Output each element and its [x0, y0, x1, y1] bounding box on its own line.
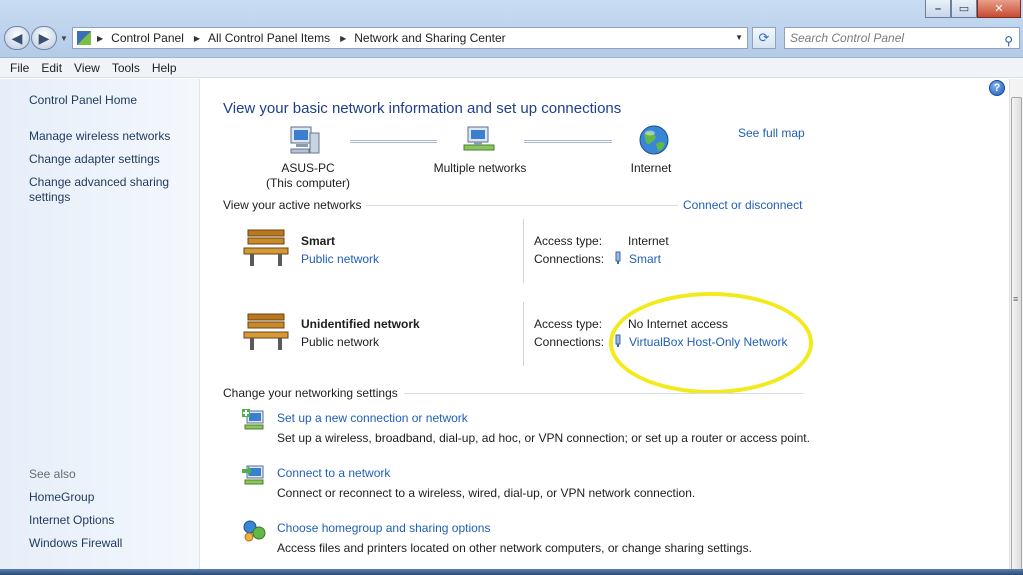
page-title: View your basic network information and … — [223, 100, 622, 117]
computer-subtitle: (This computer) — [265, 176, 351, 190]
menu-view[interactable]: View — [68, 61, 106, 75]
internet-options-link[interactable]: Internet Options — [29, 513, 189, 528]
network-name: Unidentified network — [301, 317, 420, 331]
forward-button[interactable]: ▶ — [31, 26, 57, 50]
breadcrumb-control-panel[interactable]: Control Panel — [111, 31, 184, 45]
back-button[interactable]: ◀ — [4, 26, 30, 50]
scrollbar-thumb[interactable] — [1011, 97, 1022, 575]
connect-network-icon — [242, 465, 264, 485]
title-bar: – ▭ ✕ ◀ ▶ ▼ ▶ Control Panel ▶ All Contro… — [0, 0, 1023, 58]
map-connector-line — [524, 140, 612, 143]
windows-firewall-link[interactable]: Windows Firewall — [29, 536, 189, 551]
network-type-link[interactable]: Public network — [301, 252, 379, 267]
connections-label: Connections: — [534, 335, 605, 349]
connect-or-disconnect-link[interactable]: Connect or disconnect — [683, 198, 802, 213]
highlight-annotation — [609, 292, 813, 394]
section-divider — [366, 205, 678, 206]
breadcrumb-all-items[interactable]: All Control Panel Items — [208, 31, 330, 45]
menu-help[interactable]: Help — [146, 61, 183, 75]
close-button[interactable]: ✕ — [977, 0, 1021, 18]
control-panel-home-link[interactable]: Control Panel Home — [29, 93, 189, 108]
access-type-label: Access type: — [534, 317, 603, 331]
taskbar — [0, 569, 1023, 575]
scrollbar-grip-icon: ≡ — [1013, 294, 1019, 304]
connections-label: Connections: — [534, 252, 605, 266]
left-navigation-pane: Control Panel Home Manage wireless netwo… — [0, 79, 200, 575]
window-controls: – ▭ ✕ — [925, 0, 1021, 20]
manage-wireless-link[interactable]: Manage wireless networks — [29, 129, 189, 144]
forward-arrow-icon: ▶ — [38, 29, 50, 46]
connect-to-network-link[interactable]: Connect to a network — [277, 466, 390, 481]
public-network-bench-icon — [243, 313, 289, 350]
homegroup-sharing-link[interactable]: Choose homegroup and sharing options — [277, 521, 490, 536]
connect-to-network-desc: Connect or reconnect to a wireless, wire… — [277, 486, 696, 500]
new-connection-icon — [242, 409, 264, 430]
homegroup-link[interactable]: HomeGroup — [29, 490, 189, 505]
connection-smart-link[interactable]: Smart — [629, 252, 661, 267]
back-arrow-icon: ◀ — [11, 29, 23, 46]
menu-edit[interactable]: Edit — [35, 61, 68, 75]
this-computer-node[interactable]: ASUS-PC (This computer) — [258, 161, 358, 191]
change-adapter-link[interactable]: Change adapter settings — [29, 152, 189, 167]
change-advanced-sharing-link[interactable]: Change advanced sharing settings — [29, 175, 189, 205]
multiple-networks-node[interactable]: Multiple networks — [420, 161, 540, 176]
wireless-connection-icon — [615, 251, 621, 264]
public-network-bench-icon — [243, 229, 289, 266]
search-input[interactable]: Search Control Panel ⚲ — [784, 27, 1020, 49]
vertical-scrollbar[interactable]: ≡ — [1009, 79, 1023, 575]
active-networks-heading: View your active networks — [223, 198, 362, 212]
refresh-icon: ⟳ — [758, 30, 770, 45]
globe-icon — [639, 125, 669, 155]
breadcrumb-network-sharing[interactable]: Network and Sharing Center — [354, 31, 505, 45]
setup-connection-desc: Set up a wireless, broadband, dial-up, a… — [277, 431, 810, 445]
search-placeholder: Search Control Panel — [790, 31, 905, 45]
access-type-value: Internet — [628, 234, 669, 248]
see-also-heading: See also — [29, 467, 76, 481]
search-icon[interactable]: ⚲ — [1004, 31, 1013, 51]
computer-name: ASUS-PC — [281, 161, 335, 175]
breadcrumb-separator: ▶ — [97, 33, 104, 43]
address-dropdown-icon[interactable]: ▼ — [735, 33, 743, 42]
homegroup-sharing-desc: Access files and printers located on oth… — [277, 541, 752, 555]
control-panel-icon — [77, 31, 91, 45]
minimize-button[interactable]: – — [925, 0, 951, 18]
multiple-networks-icon — [463, 126, 495, 151]
breadcrumb-separator: ▶ — [193, 33, 201, 43]
internet-node[interactable]: Internet — [611, 161, 691, 176]
network-type: Public network — [301, 335, 380, 349]
section-divider — [404, 393, 803, 394]
menu-file[interactable]: File — [4, 61, 35, 75]
network-name: Smart — [301, 234, 336, 248]
see-full-map-link[interactable]: See full map — [738, 126, 805, 141]
recent-pages-dropdown[interactable]: ▼ — [60, 34, 68, 43]
network-divider — [523, 302, 524, 366]
breadcrumb-separator: ▶ — [340, 33, 347, 43]
map-connector-line — [350, 140, 437, 143]
setup-connection-link[interactable]: Set up a new connection or network — [277, 411, 468, 426]
menu-bar: File Edit View Tools Help — [0, 58, 1023, 78]
help-icon[interactable]: ? — [989, 80, 1005, 96]
access-type-label: Access type: — [534, 234, 603, 248]
homegroup-icon — [243, 520, 266, 542]
address-bar[interactable]: ▶ Control Panel ▶ All Control Panel Item… — [72, 27, 748, 49]
computer-icon — [290, 126, 320, 154]
menu-tools[interactable]: Tools — [106, 61, 146, 75]
refresh-button[interactable]: ⟳ — [752, 27, 776, 49]
network-divider — [523, 219, 524, 283]
maximize-button[interactable]: ▭ — [951, 0, 977, 18]
change-settings-heading: Change your networking settings — [223, 386, 398, 400]
